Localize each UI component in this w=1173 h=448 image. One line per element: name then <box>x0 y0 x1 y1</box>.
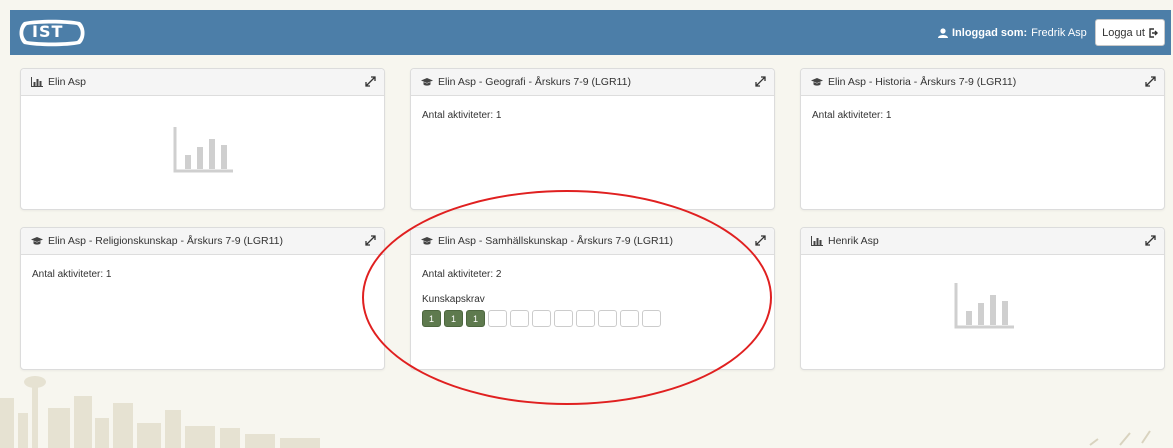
expand-icon[interactable] <box>365 76 376 87</box>
panel-henrik-asp: Henrik Asp <box>800 227 1165 370</box>
requirement-box[interactable] <box>576 310 595 327</box>
panel-elin-asp: Elin Asp <box>20 68 385 210</box>
skyline-decoration <box>0 376 320 448</box>
requirement-box[interactable] <box>598 310 617 327</box>
chart-placeholder-icon <box>954 283 1014 329</box>
login-label: Inloggad som: <box>952 27 1028 39</box>
expand-icon[interactable] <box>755 76 766 87</box>
activity-count: Antal aktiviteter: 2 <box>422 269 502 280</box>
panel-title: Elin Asp - Historia - Årskurs 7-9 (LGR11… <box>828 76 1017 88</box>
panel-title: Elin Asp - Samhällskunskap - Årskurs 7-9… <box>438 235 673 247</box>
graduation-cap-icon <box>811 78 823 86</box>
panel-title: Elin Asp - Religionskunskap - Årskurs 7-… <box>48 235 283 247</box>
activity-count: Antal aktiviteter: 1 <box>812 110 892 121</box>
requirement-boxes: 1 1 1 <box>422 310 763 327</box>
activity-count: Antal aktiviteter: 1 <box>422 110 502 121</box>
bar-chart-icon <box>31 77 43 87</box>
panel-historia: Elin Asp - Historia - Årskurs 7-9 (LGR11… <box>800 68 1165 210</box>
bar-chart-icon <box>811 236 823 246</box>
requirement-box[interactable] <box>532 310 551 327</box>
logout-button[interactable]: Logga ut <box>1095 19 1165 46</box>
logo-text: IST <box>32 22 64 41</box>
graduation-cap-icon <box>31 237 43 245</box>
logout-icon <box>1149 27 1158 38</box>
panel-geografi: Elin Asp - Geografi - Årskurs 7-9 (LGR11… <box>410 68 775 210</box>
requirement-box[interactable] <box>554 310 573 327</box>
requirement-box[interactable] <box>488 310 507 327</box>
panel-header: Elin Asp - Samhällskunskap - Årskurs 7-9… <box>411 228 774 255</box>
panel-title: Elin Asp - Geografi - Årskurs 7-9 (LGR11… <box>438 76 631 88</box>
login-info: Inloggad som: Fredrik Asp <box>938 26 1087 40</box>
panel-header: Elin Asp - Geografi - Årskurs 7-9 (LGR11… <box>411 69 774 96</box>
graduation-cap-icon <box>421 78 433 86</box>
panel-title: Henrik Asp <box>828 235 879 247</box>
user-icon <box>938 28 948 38</box>
expand-icon[interactable] <box>365 235 376 246</box>
expand-icon[interactable] <box>755 235 766 246</box>
expand-icon[interactable] <box>1145 235 1156 246</box>
panel-religionskunskap: Elin Asp - Religionskunskap - Årskurs 7-… <box>20 227 385 370</box>
requirement-box[interactable]: 1 <box>466 310 485 327</box>
chart-placeholder-icon <box>173 127 233 173</box>
panel-header: Elin Asp - Religionskunskap - Årskurs 7-… <box>21 228 384 255</box>
panel-header: Henrik Asp <box>801 228 1164 255</box>
requirement-box[interactable] <box>510 310 529 327</box>
activity-count: Antal aktiviteter: 1 <box>32 269 112 280</box>
requirement-box[interactable]: 1 <box>444 310 463 327</box>
user-name: Fredrik Asp <box>1031 27 1087 39</box>
panel-samhallskunskap: Elin Asp - Samhällskunskap - Årskurs 7-9… <box>410 227 775 370</box>
logout-label: Logga ut <box>1102 26 1145 39</box>
top-bar: IST Inloggad som: Fredrik Asp Logga ut <box>10 10 1171 55</box>
requirement-box[interactable]: 1 <box>422 310 441 327</box>
requirement-box[interactable] <box>642 310 661 327</box>
expand-icon[interactable] <box>1145 76 1156 87</box>
panel-header: Elin Asp <box>21 69 384 96</box>
requirement-box[interactable] <box>620 310 639 327</box>
graduation-cap-icon <box>421 237 433 245</box>
requirements-label: Kunskapskrav <box>422 294 485 305</box>
decoration-mark <box>1089 430 1151 446</box>
panel-title: Elin Asp <box>48 76 86 88</box>
panel-header: Elin Asp - Historia - Årskurs 7-9 (LGR11… <box>801 69 1164 96</box>
